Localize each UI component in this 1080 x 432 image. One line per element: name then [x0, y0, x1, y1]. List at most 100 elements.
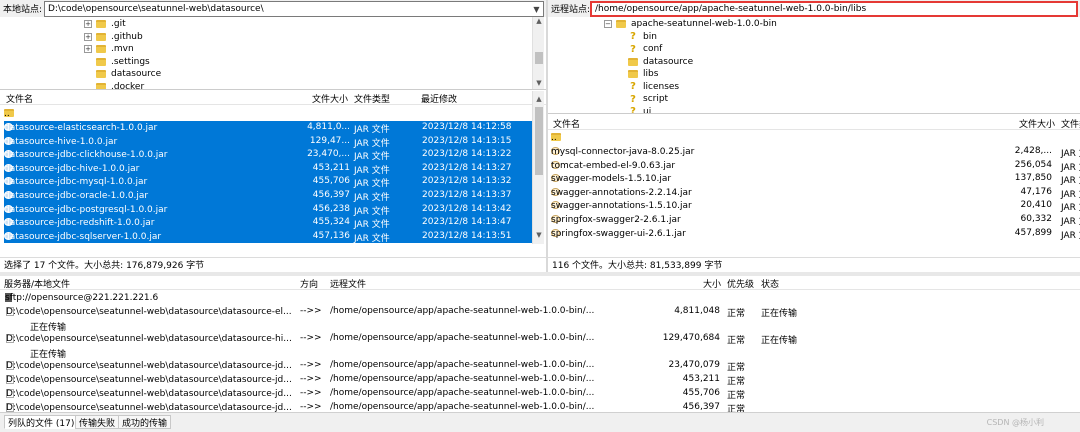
expand-icon[interactable]: +	[84, 20, 92, 29]
col-status[interactable]: 状态	[761, 277, 779, 290]
table-row[interactable]: swagger-models-1.5.10.jar 137,850 JAR 文	[548, 172, 1080, 186]
col-size[interactable]: 大小	[703, 277, 721, 290]
remote-site-bar: 远程站点: /home/opensource/app/apache-seatun…	[548, 0, 1080, 17]
col-priority[interactable]: 优先级	[727, 277, 754, 290]
watermark: CSDN @杨小利	[986, 418, 1044, 427]
queue-local-file: D:\code\opensource\seatunnel-web\datasou…	[6, 334, 292, 344]
file-name: datasource-jdbc-postgresql-1.0.0.jar	[4, 204, 168, 215]
col-name[interactable]: 文件名	[6, 92, 33, 105]
file-name: tomcat-embed-el-9.0.63.jar	[551, 160, 676, 171]
col-remote[interactable]: 远程文件	[330, 277, 366, 290]
scroll-down-icon[interactable]: ▼	[533, 79, 545, 87]
tree-item[interactable]: ? conf	[628, 43, 662, 56]
tree-item-root[interactable]: − apache-seatunnel-web-1.0.0-bin	[604, 18, 777, 31]
table-row[interactable]: springfox-swagger-ui-2.6.1.jar 457,899 JAR…	[548, 227, 1080, 241]
local-path-input[interactable]: D:\code\opensource\seatunnel-web\datasou…	[44, 1, 544, 17]
table-row[interactable]: datasource-hive-1.0.0.jar 129,47... JAR 文件…	[4, 134, 532, 149]
file-type: JAR 文	[1061, 230, 1080, 241]
col-type[interactable]: 文件类	[1061, 117, 1080, 130]
file-modified: 2023/12/8 14:13:37	[422, 190, 512, 200]
queue-size: 455,706	[682, 388, 720, 398]
queue-item[interactable]: D:\code\opensource\seatunnel-web\datasou…	[0, 373, 1080, 387]
tree-item[interactable]: + .github	[84, 31, 143, 44]
queue-item[interactable]: D:\code\opensource\seatunnel-web\datasou…	[0, 305, 1080, 319]
table-row[interactable]: springfox-swagger2-2.6.1.jar 60,332 JAR 文	[548, 213, 1080, 227]
file-size: 453,211	[312, 162, 350, 173]
file-type: JAR 文件	[354, 220, 390, 231]
queue-priority: 正常	[727, 391, 746, 401]
tree-item[interactable]: libs	[628, 68, 658, 81]
queue-local-file: D:\code\opensource\seatunnel-web\datasou…	[6, 389, 292, 399]
col-type[interactable]: 文件类型	[354, 92, 390, 105]
local-list-header: 文件名 文件大小 文件类型 最近修改	[0, 91, 546, 105]
unknown-folder-icon: ?	[630, 93, 636, 105]
table-row[interactable]: datasource-jdbc-sqlserver-1.0.0.jar 457,1…	[4, 229, 532, 244]
tree-item[interactable]: .docker	[84, 81, 144, 89]
table-row[interactable]: tomcat-embed-el-9.0.63.jar 256,054 JAR 文	[548, 159, 1080, 173]
tree-item[interactable]: ? licenses	[628, 81, 679, 94]
tree-item[interactable]: + .git	[84, 18, 126, 31]
scroll-thumb[interactable]	[535, 52, 543, 64]
scroll-up-icon[interactable]: ▲	[533, 95, 545, 103]
remote-path-input[interactable]: /home/opensource/app/apache-seatunnel-we…	[590, 1, 1078, 17]
list-item-parent[interactable]: ..	[548, 131, 1080, 145]
table-row[interactable]: swagger-annotations-1.5.10.jar 20,410 JAR …	[548, 199, 1080, 213]
col-name[interactable]: 文件名	[553, 117, 580, 130]
table-row[interactable]: mysql-connector-java-8.0.25.jar 2,428,...…	[548, 145, 1080, 159]
table-row[interactable]: datasource-elasticsearch-1.0.0.jar 4,811,…	[4, 121, 532, 135]
queue-direction: -->>	[300, 402, 322, 412]
table-row[interactable]: datasource-jdbc-redshift-1.0.0.jar 455,32…	[4, 216, 532, 230]
col-server[interactable]: 服务器/本地文件	[4, 277, 70, 290]
table-row[interactable]: datasource-jdbc-mysql-1.0.0.jar 455,706 JA…	[4, 175, 532, 189]
expand-icon[interactable]: +	[84, 32, 92, 41]
table-row[interactable]: datasource-jdbc-postgresql-1.0.0.jar 456,…	[4, 202, 532, 217]
local-list-scrollbar[interactable]: ▲ ▼	[532, 91, 544, 244]
tree-item[interactable]: + .mvn	[84, 43, 134, 56]
file-type: JAR 文件	[354, 179, 390, 190]
table-row[interactable]: swagger-annotations-2.2.14.jar 47,176 JAR …	[548, 186, 1080, 200]
tab-failed[interactable]: 传输失败	[75, 415, 120, 429]
file-type: JAR 文	[1061, 189, 1080, 200]
tree-item[interactable]: ? ui	[628, 106, 651, 113]
tree-item[interactable]: .settings	[84, 56, 150, 69]
table-row[interactable]: datasource-jdbc-hive-1.0.0.jar 453,211 JAR…	[4, 161, 532, 176]
file-name: swagger-annotations-1.5.10.jar	[551, 201, 692, 212]
tab-success[interactable]: 成功的传输	[118, 415, 172, 429]
folder-icon	[96, 57, 106, 66]
col-modified[interactable]: 最近修改	[421, 92, 457, 105]
table-row[interactable]: datasource-jdbc-oracle-1.0.0.jar 456,397 J…	[4, 189, 532, 203]
file-size: 137,850	[1014, 173, 1052, 184]
file-name: datasource-jdbc-oracle-1.0.0.jar	[4, 191, 149, 201]
chevron-down-icon[interactable]: ▼	[532, 5, 541, 14]
vertical-splitter[interactable]	[546, 0, 548, 272]
expand-icon[interactable]: +	[84, 45, 92, 54]
scroll-down-icon[interactable]: ▼	[533, 231, 545, 239]
queue-direction: -->>	[300, 360, 322, 370]
queue-item[interactable]: D:\code\opensource\seatunnel-web\datasou…	[0, 401, 1080, 412]
list-item-parent[interactable]: ..	[0, 107, 532, 121]
file-size: 457,899	[1014, 227, 1052, 238]
tree-item[interactable]: datasource	[628, 56, 693, 69]
tree-item[interactable]: ? script	[628, 93, 668, 106]
tree-item[interactable]: datasource	[84, 68, 161, 81]
tree-item[interactable]: ? bin	[628, 31, 657, 44]
scroll-thumb[interactable]	[535, 107, 543, 175]
local-site-label: 本地站点:	[3, 5, 43, 15]
queue-item[interactable]: D:\code\opensource\seatunnel-web\datasou…	[0, 387, 1080, 401]
col-direction[interactable]: 方向	[300, 277, 318, 290]
collapse-icon[interactable]: −	[604, 20, 612, 29]
file-type: JAR 文件	[354, 138, 390, 149]
queue-item[interactable]: D:\code\opensource\seatunnel-web\datasou…	[0, 359, 1080, 373]
local-tree-scrollbar[interactable]: ▲ ▼	[532, 17, 545, 89]
queue-item[interactable]: D:\code\opensource\seatunnel-web\datasou…	[0, 332, 1080, 346]
file-name: swagger-annotations-2.2.14.jar	[551, 187, 692, 198]
col-size[interactable]: 文件大小	[1019, 117, 1055, 130]
queue-server-row[interactable]: sftp://opensource@221.221.221.6	[0, 291, 1080, 305]
tab-queued[interactable]: 列队的文件 (17)	[4, 415, 79, 429]
local-tree: + .git + .github + .mvn .settings datasource .do…	[0, 17, 546, 90]
scroll-up-icon[interactable]: ▲	[533, 17, 545, 25]
col-size[interactable]: 文件大小	[312, 92, 348, 105]
table-row[interactable]: datasource-jdbc-clickhouse-1.0.0.jar 23,4…	[4, 148, 532, 162]
folder-icon	[616, 20, 626, 29]
local-path-value: D:\code\opensource\seatunnel-web\datasou…	[48, 4, 264, 14]
